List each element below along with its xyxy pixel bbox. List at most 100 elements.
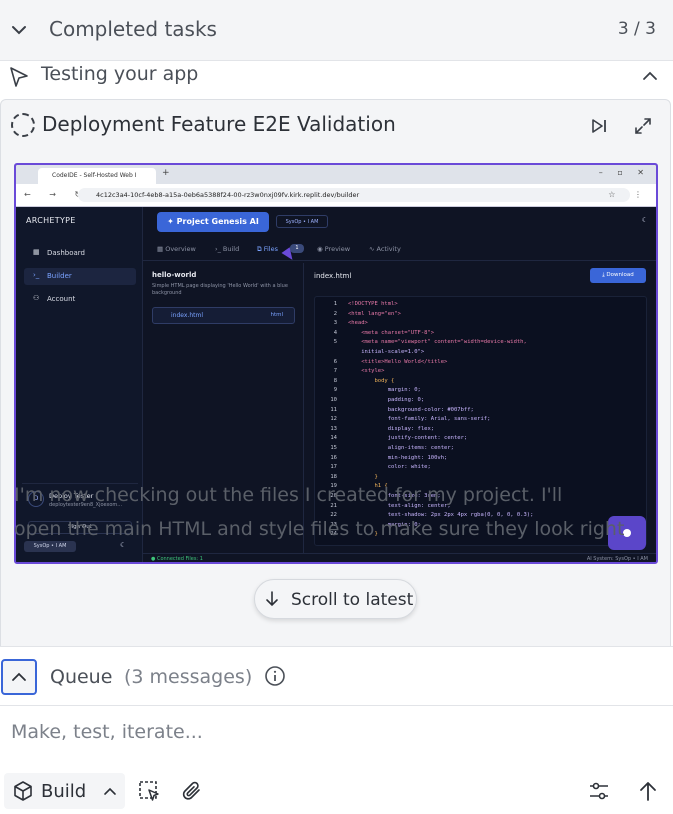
- project-button: ✦ Project Genesis AI: [157, 212, 269, 232]
- tab-activity: ∿ Activity: [369, 245, 401, 253]
- code-line: <!DOCTYPE html>: [348, 301, 398, 307]
- project-tabs: ▦ Overview ›_ Build ⧉ Files 1 ◉ Preview …: [143, 241, 656, 261]
- code-line-number: 14: [330, 435, 337, 442]
- code-line-number: 8: [333, 377, 337, 384]
- chevron-up-icon[interactable]: [641, 67, 659, 85]
- scroll-to-latest-button[interactable]: Scroll to latest: [254, 579, 417, 619]
- sliders-icon[interactable]: [587, 779, 611, 803]
- tab-files: ⧉ Files: [257, 245, 278, 253]
- tab-build: ›_ Build: [215, 245, 240, 253]
- file-item: index.html html: [152, 307, 295, 324]
- code-line-number: 3: [333, 320, 337, 327]
- expand-icon[interactable]: [633, 116, 653, 136]
- project-sysop-badge: SysOp • I AM: [276, 215, 328, 228]
- nav-dashboard: ▦ Dashboard: [24, 245, 136, 262]
- code-line-number: 15: [330, 445, 337, 451]
- nav-label: Dashboard: [47, 249, 85, 257]
- code-line-number: 5: [333, 339, 337, 346]
- message-line: I'm now checking out the files I created…: [14, 484, 563, 506]
- skip-forward-icon[interactable]: [589, 116, 609, 136]
- code-line: margin: 0;: [348, 387, 421, 394]
- tab-overview: ▦ Overview: [157, 245, 196, 253]
- code-line-number: 11: [330, 406, 337, 413]
- prompt-input[interactable]: Make, test, iterate...: [11, 721, 203, 743]
- status-connected: ● Connected Files: 1: [151, 556, 203, 562]
- code-line: <html lang="en">: [348, 310, 401, 317]
- scroll-to-latest-label: Scroll to latest: [291, 590, 414, 610]
- code-line-number: 7: [333, 368, 337, 375]
- cube-icon: [14, 781, 32, 801]
- code-line-number: 12: [330, 416, 337, 423]
- code-line: <style>: [348, 368, 385, 375]
- queue-toggle-button[interactable]: [1, 659, 37, 695]
- file-name: index.html: [171, 312, 203, 319]
- completed-tasks-header[interactable]: Completed tasks 3 / 3: [0, 0, 673, 61]
- code-line: align-items: center;: [348, 445, 454, 451]
- info-icon[interactable]: [264, 665, 286, 687]
- app-logo: ARCHETYPE: [26, 216, 76, 225]
- download-button: ⤓ Download: [590, 268, 646, 283]
- sparkle-icon: ✦: [167, 217, 177, 226]
- paperclip-icon[interactable]: [180, 779, 204, 803]
- code-line: min-height: 100vh;: [348, 454, 448, 461]
- nav-label: Account: [47, 295, 76, 303]
- code-line: font-family: Arial, sans-serif;: [348, 416, 491, 423]
- testing-title: Testing your app: [41, 63, 199, 85]
- browser-tab: CodeIDE - Self-Hosted Web I: [38, 168, 156, 184]
- window-controls-icon: – ▫ ✕: [598, 168, 650, 177]
- tab-label: Activity: [376, 245, 401, 253]
- nav-account: ⚇ Account: [24, 291, 136, 308]
- completed-tasks-count: 3 / 3: [617, 19, 656, 39]
- browser-url: 4c12c3a4-10cf-4eb8-a15a-0eb6a5388f24-00-…: [78, 188, 630, 202]
- status-ai-system: AI System: SysOp • I AM: [586, 556, 648, 562]
- assistant-message: I'm now checking out the files I created…: [14, 478, 664, 546]
- code-line-number: 4: [333, 329, 337, 336]
- project-button-label: Project Genesis AI: [176, 217, 259, 226]
- project-description: Simple HTML page displaying 'Hello World…: [152, 283, 288, 296]
- build-label: Build: [41, 781, 87, 802]
- nav-label: Builder: [47, 272, 72, 280]
- grid-icon: ▦: [33, 248, 40, 256]
- moon-icon: ☾: [641, 216, 648, 224]
- select-element-icon[interactable]: [137, 779, 161, 803]
- code-line: initial-scale=1.0">: [348, 349, 425, 355]
- browser-url-bar: ← → ↻ 4c12c3a4-10cf-4eb8-a15a-0eb6a5388f…: [16, 184, 656, 207]
- download-label: Download: [606, 272, 634, 278]
- code-line-number: 9: [333, 387, 337, 394]
- code-line: <title>Hello World</title>: [348, 358, 448, 365]
- completed-tasks-title: Completed tasks: [49, 17, 217, 41]
- new-tab-icon: +: [162, 168, 170, 178]
- chevron-up-icon: [104, 787, 116, 795]
- code-line: <meta name="viewport" content="width=dev…: [348, 339, 527, 346]
- chevron-up-icon: [12, 672, 26, 681]
- testing-row[interactable]: Testing your app: [0, 61, 673, 99]
- tab-label: Preview: [324, 245, 351, 253]
- user-icon: ⚇: [33, 294, 40, 302]
- tab-label: Build: [222, 245, 240, 253]
- tab-label: Files: [263, 245, 278, 253]
- code-line-number: 16: [330, 454, 337, 461]
- tab-label: Overview: [165, 245, 196, 253]
- queue-bar: Queue (3 messages): [0, 646, 673, 706]
- queue-count: (3 messages): [124, 666, 253, 688]
- loading-spinner-icon: [11, 113, 35, 137]
- app-topbar: ✦ Project Genesis AI SysOp • I AM ☾: [143, 207, 656, 237]
- tab-preview: ◉ Preview: [317, 245, 351, 253]
- send-arrow-up-icon[interactable]: [636, 779, 660, 803]
- task-card: Deployment Feature E2E Validation CodeID…: [0, 99, 671, 659]
- send-icon: [10, 67, 28, 87]
- build-mode-button[interactable]: Build: [4, 773, 125, 809]
- queue-label: Queue: [50, 666, 113, 688]
- nav-builder: ›_ Builder: [24, 268, 136, 285]
- message-line: open the main HTML and style files to ma…: [14, 518, 625, 540]
- code-line: <head>: [348, 320, 368, 327]
- file-type: html: [270, 312, 283, 318]
- code-line: background-color: #007bff;: [348, 406, 474, 413]
- code-line: justify-content: center;: [348, 435, 468, 442]
- code-line-number: 6: [333, 358, 337, 365]
- code-line-number: 1: [333, 301, 337, 307]
- code-line: <meta charset="UTF-8">: [348, 329, 435, 336]
- browser-toolbar-icons: ☆ ⋮: [608, 190, 650, 199]
- arrow-down-icon: [266, 591, 278, 607]
- code-line-number: 2: [333, 310, 337, 317]
